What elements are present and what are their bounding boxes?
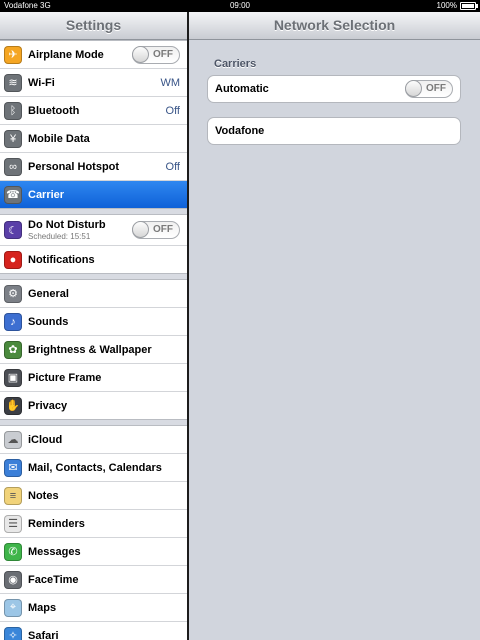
settings-row-do-not-disturb[interactable]: ☾ Do Not Disturb Scheduled: 15:51 OFF [0,215,187,246]
settings-row-notes[interactable]: ≡ Notes [0,482,187,510]
phone-icon: ☎ [4,185,22,204]
bluetooth-icon: ᛒ [4,101,22,120]
automatic-toggle[interactable]: OFF [405,80,453,98]
settings-row-reminders[interactable]: ☰ Reminders [0,510,187,538]
settings-master-pane: Settings ✈ Airplane Mode OFF ≋ Wi-Fi WM ᛒ Bluet… [0,12,187,640]
settings-row-label: Notes [28,489,59,502]
toggle-knob [132,45,149,63]
settings-row-privacy[interactable]: ✋ Privacy [0,392,187,419]
settings-group: ☾ Do Not Disturb Scheduled: 15:51 OFF ● Notif… [0,214,187,274]
settings-row-label: Brightness & Wallpaper [28,343,152,356]
settings-row-airplane-mode[interactable]: ✈ Airplane Mode OFF [0,41,187,69]
battery-percent: 100% [436,1,457,10]
toggle-state: OFF [153,48,173,60]
flower-icon: ✿ [4,340,22,359]
settings-row-safari[interactable]: ✧ Safari [0,622,187,640]
battery-indicator: 100% [436,0,478,12]
settings-group: ☁ iCloud ✉ Mail, Contacts, Calendars ≡ Notes ☰… [0,425,187,640]
settings-row-label: Maps [28,601,57,614]
settings-row-label: Personal Hotspot [28,160,120,173]
settings-row-label: Carrier [28,188,65,201]
toggle-knob [132,221,149,238]
settings-row-label: Privacy [28,399,68,412]
carriers-section-header: Carriers [214,58,257,70]
settings-row-icloud[interactable]: ☁ iCloud [0,426,187,454]
automatic-row: Automatic OFF [208,76,460,102]
carrier-option-vodafone[interactable]: Vodafone [208,118,460,144]
settings-row-subtitle: Scheduled: 15:51 [28,232,91,241]
link-icon: ∞ [4,157,22,176]
antenna-icon: ¥ [4,129,22,148]
settings-row-label: Bluetooth [28,104,80,117]
settings-row-value: Off [165,160,180,173]
settings-group: ✈ Airplane Mode OFF ≋ Wi-Fi WM ᛒ Bluetooth Off ¥ M… [0,40,187,209]
settings-row-maps[interactable]: ⌖ Maps [0,594,187,622]
automatic-label: Automatic [215,83,269,95]
gear-icon: ⚙ [4,284,22,303]
settings-row-value: Off [165,104,180,117]
settings-row-facetime[interactable]: ◉ FaceTime [0,566,187,594]
settings-row-general[interactable]: ⚙ General [0,280,187,308]
settings-row-mail-contacts-calendars[interactable]: ✉ Mail, Contacts, Calendars [0,454,187,482]
settings-row-messages[interactable]: ✆ Messages [0,538,187,566]
settings-row-label: Do Not Disturb Scheduled: 15:51 [28,219,132,241]
settings-row-carrier[interactable]: ☎ Carrier [0,181,187,208]
hand-icon: ✋ [4,396,22,415]
status-bar: Vodafone 3G 09:00 100% [0,0,480,12]
carrier-list-group: Vodafone [207,117,461,145]
cloud-icon: ☁ [4,430,22,449]
facetime-icon: ◉ [4,570,22,589]
automatic-group: Automatic OFF [207,75,461,103]
settings-row-label: iCloud [28,433,63,446]
settings-row-label: Mail, Contacts, Calendars [28,461,162,474]
settings-row-label: Wi-Fi [28,76,55,89]
picture-frame-icon: ▣ [4,368,22,387]
carrier-option-label: Vodafone [215,125,265,137]
settings-row-label: Airplane Mode [28,48,104,61]
airplane-icon: ✈ [4,45,22,64]
settings-row-label: Sounds [28,315,69,328]
toggle-state: OFF [153,224,173,235]
settings-list: ✈ Airplane Mode OFF ≋ Wi-Fi WM ᛒ Bluetooth Off ¥ M… [0,40,187,640]
messages-icon: ✆ [4,542,22,561]
settings-row-label: Reminders [28,517,85,530]
battery-icon [460,2,478,10]
maps-icon: ⌖ [4,598,22,617]
compass-icon: ✧ [4,626,22,640]
settings-row-label: Picture Frame [28,371,102,384]
settings-row-label: Safari [28,629,59,640]
master-title: Settings [0,12,187,40]
settings-row-sounds[interactable]: ♪ Sounds [0,308,187,336]
toggle-knob [405,80,422,97]
settings-row-label: FaceTime [28,573,79,586]
settings-row-wi-fi[interactable]: ≋ Wi-Fi WM [0,69,187,97]
settings-row-value: WM [160,76,180,89]
toggle-switch[interactable]: OFF [132,45,180,64]
settings-row-picture-frame[interactable]: ▣ Picture Frame [0,364,187,392]
settings-row-label: Mobile Data [28,132,90,145]
mail-icon: ✉ [4,458,22,477]
moon-icon: ☾ [4,221,22,239]
settings-row-label: General [28,287,69,300]
toggle-switch[interactable]: OFF [132,221,180,239]
settings-row-bluetooth[interactable]: ᛒ Bluetooth Off [0,97,187,125]
notes-icon: ≡ [4,486,22,505]
settings-row-brightness-wallpaper[interactable]: ✿ Brightness & Wallpaper [0,336,187,364]
reminders-icon: ☰ [4,514,22,533]
detail-title: Network Selection [189,12,480,40]
settings-row-label: Notifications [28,253,95,266]
network-selection-pane: Network Selection Carriers Automatic OFF… [189,12,480,640]
settings-row-label: Messages [28,545,81,558]
wifi-icon: ≋ [4,73,22,92]
clock: 09:00 [229,1,251,10]
settings-row-mobile-data[interactable]: ¥ Mobile Data [0,125,187,153]
settings-row-notifications[interactable]: ● Notifications [0,246,187,273]
settings-group: ⚙ General ♪ Sounds ✿ Brightness & Wallpaper ▣ P… [0,279,187,420]
speaker-icon: ♪ [4,312,22,331]
notifications-icon: ● [4,250,22,269]
toggle-state: OFF [426,83,446,94]
settings-row-personal-hotspot[interactable]: ∞ Personal Hotspot Off [0,153,187,181]
